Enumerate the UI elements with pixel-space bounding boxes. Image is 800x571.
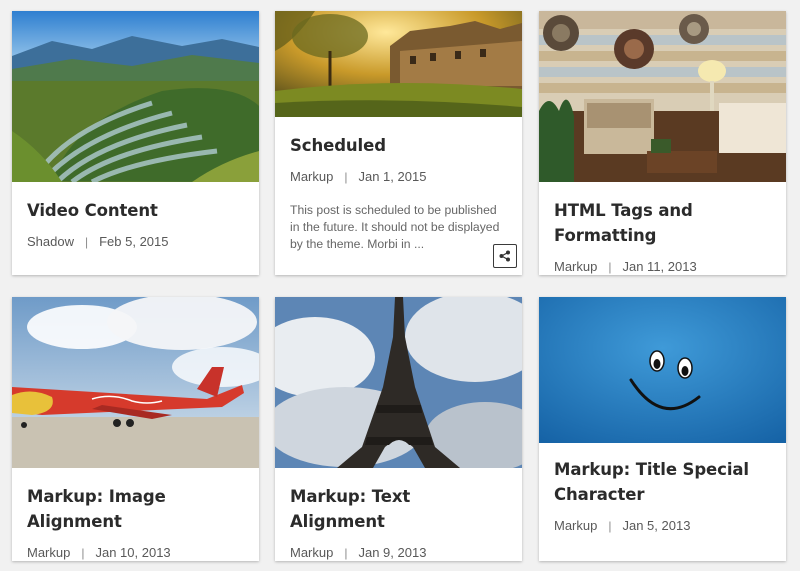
post-category[interactable]: Markup [290,169,333,184]
meta-separator: | [608,259,612,274]
post-excerpt: This post is scheduled to be published i… [290,203,500,251]
post-meta: Markup | Jan 5, 2013 [554,518,771,533]
post-thumbnail-airplane[interactable] [12,297,259,468]
post-card-video-content[interactable]: Video Content Shadow | Feb 5, 2015 [12,11,259,275]
post-date: Jan 10, 2013 [95,545,171,560]
post-card-title-special-character[interactable]: Markup: Title Special Character Markup |… [539,297,786,561]
post-title[interactable]: HTML Tags and Formatting [554,198,771,248]
post-date: Jan 11, 2013 [622,259,697,274]
post-date: Feb 5, 2015 [99,234,169,249]
post-title[interactable]: Markup: Text Alignment [290,484,507,534]
post-card-scheduled[interactable]: Scheduled Markup | Jan 1, 2015 This post… [275,11,522,275]
post-date: Jan 1, 2015 [358,169,427,184]
post-thumbnail-living-room[interactable] [539,11,786,182]
meta-separator: | [84,234,89,249]
meta-separator: | [344,169,348,184]
post-card-html-tags[interactable]: HTML Tags and Formatting Markup | Jan 11… [539,11,786,275]
meta-separator: | [608,518,612,533]
post-category[interactable]: Markup [27,545,70,560]
post-thumbnail-sunlit-village[interactable] [275,11,522,117]
post-thumbnail-eiffel-tower[interactable] [275,297,522,468]
meta-separator: | [344,545,348,560]
post-date: Jan 5, 2013 [622,518,691,533]
post-category[interactable]: Markup [290,545,333,560]
post-card-text-alignment[interactable]: Markup: Text Alignment Markup | Jan 9, 2… [275,297,522,561]
post-category[interactable]: Markup [554,259,597,274]
post-title[interactable]: Scheduled [290,133,507,158]
post-meta: Shadow | Feb 5, 2015 [27,234,244,249]
post-card-image-alignment[interactable]: Markup: Image Alignment Markup | Jan 10,… [12,297,259,561]
post-meta: Markup | Jan 10, 2013 [27,545,244,560]
post-title[interactable]: Markup: Image Alignment [27,484,244,534]
meta-separator: | [81,545,85,560]
post-meta: Markup | Jan 9, 2013 [290,545,507,560]
post-date: Jan 9, 2013 [358,545,427,560]
post-meta: Markup | Jan 11, 2013 [554,259,771,274]
post-category[interactable]: Shadow [27,234,74,249]
post-category[interactable]: Markup [554,518,597,533]
post-thumbnail-rice-terraces[interactable] [12,11,259,182]
post-title[interactable]: Video Content [27,198,244,223]
post-meta: Markup | Jan 1, 2015 [290,169,507,184]
share-button[interactable] [493,244,517,268]
post-thumbnail-smiley-face[interactable] [539,297,786,443]
post-title[interactable]: Markup: Title Special Character [554,457,771,507]
share-icon [499,250,510,262]
